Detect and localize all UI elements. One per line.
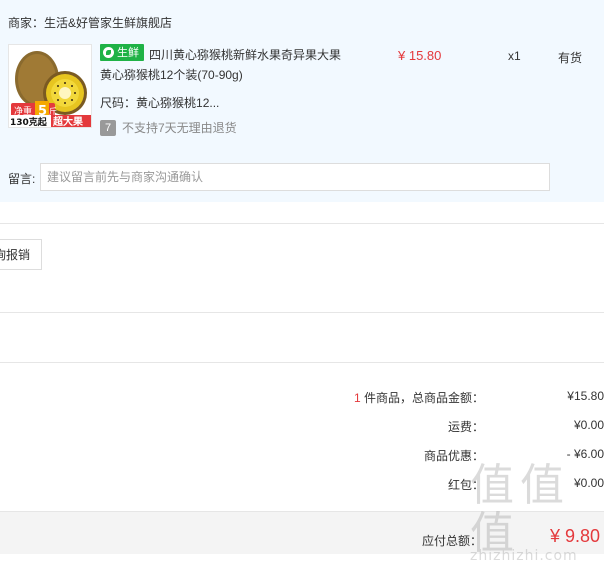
divider [0, 362, 604, 363]
unit-price: ¥ 15.80 [398, 48, 442, 63]
product-image[interactable]: 净重 5 斤 130克起 超大果 [8, 44, 92, 128]
total-value: ¥ 9.80 [550, 526, 601, 546]
stock-status: 有货 [558, 51, 583, 65]
shop-label: 商家： [8, 16, 45, 30]
big-fruit-text: 超大果 [52, 115, 84, 127]
report-button[interactable]: 询报销 [0, 239, 42, 270]
divider [0, 312, 604, 313]
shipping-row: 运费： ¥0.00 [284, 418, 604, 435]
quantity: x1 [508, 49, 521, 63]
count-text: 130克起 [10, 116, 48, 127]
product-spec: 尺码：黄心猕猴桃12... [100, 94, 219, 111]
weight-unit: 斤 [49, 106, 57, 116]
spec-value: 黄心猕猴桃12... [136, 96, 220, 110]
shop-info: 商家：生活&好管家生鲜旗舰店 [8, 14, 172, 31]
shipping-value: ¥0.00 [573, 418, 604, 432]
product-title[interactable]: 生鲜 四川黄心猕猴桃新鲜水果奇异果大果 黄心猕猴桃12个装(70-90g) [100, 44, 350, 85]
redpacket-row: 红包： ¥0.00 [284, 476, 604, 493]
fresh-tag-label: 生鲜 [117, 46, 139, 59]
shipping-label: 运费： [447, 420, 484, 434]
spec-label: 尺码： [100, 96, 137, 110]
redpacket-value: ¥0.00 [573, 476, 604, 490]
divider [0, 223, 604, 224]
redpacket-label: 红包： [447, 478, 484, 492]
discount-label: 商品优惠： [423, 449, 484, 463]
fresh-tag: 生鲜 [100, 44, 144, 61]
message-input[interactable] [40, 163, 550, 191]
no-return-icon: 7 [100, 119, 116, 136]
goods-total-value: ¥15.80 [567, 389, 604, 403]
order-item-panel: 商家：生活&好管家生鲜旗舰店 净重 5 斤 130克起 超大果 生鲜 四川黄心猕… [0, 0, 604, 202]
discount-value: - ¥6.00 [566, 447, 604, 461]
message-label: 留言: [8, 172, 36, 186]
item-count: 1 [353, 391, 361, 405]
shop-name[interactable]: 生活&好管家生鲜旗舰店 [44, 16, 172, 30]
goods-total-label: 1 件商品，总商品金额： [284, 389, 484, 406]
kiwi-image: 净重 5 斤 130克起 超大果 [9, 45, 91, 127]
item-count-suffix: 件商品，总商品金额： [360, 391, 484, 405]
goods-total-row: 1 件商品，总商品金额： ¥15.80 [284, 389, 604, 406]
leaf-icon [103, 47, 114, 58]
total-label: 应付总额： [422, 534, 483, 548]
discount-row: 商品优惠： - ¥6.00 [284, 447, 604, 464]
return-policy-text: 不支持7天无理由退货 [122, 121, 237, 135]
total-bar: 应付总额： ¥ 9.80 [0, 511, 604, 554]
return-policy: 7 不支持7天无理由退货 [100, 119, 237, 136]
